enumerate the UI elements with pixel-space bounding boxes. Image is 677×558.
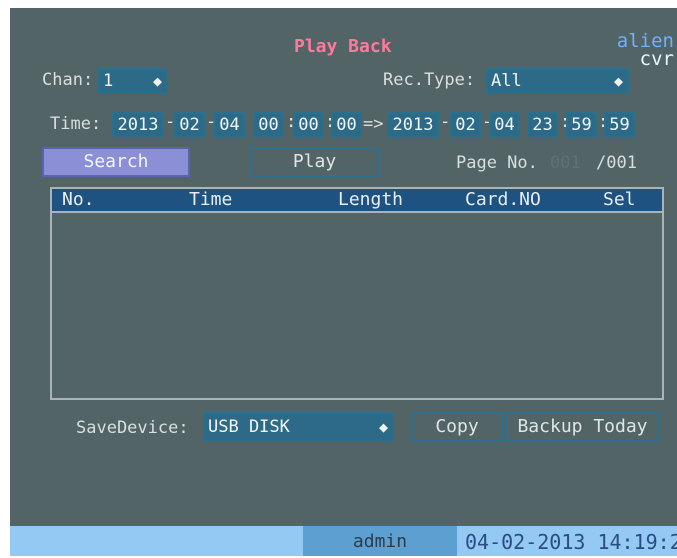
save-device-select[interactable]: USB DISK ◆ <box>203 412 394 442</box>
search-button[interactable]: Search <box>42 147 190 177</box>
updown-arrow-icon: ◆ <box>152 72 162 90</box>
page-title: Play Back <box>294 36 392 57</box>
playback-screen: Play Back alien cvr Chan: 1 ◆ Rec.Type: … <box>10 8 677 556</box>
status-bar: admin 04-02-2013 14:19:20 <box>10 526 677 556</box>
start-hour-field[interactable]: 00 <box>253 112 284 138</box>
page-total: /001 <box>596 153 637 173</box>
copy-button[interactable]: Copy <box>411 412 503 442</box>
end-hour-field[interactable]: 23 <box>527 112 558 138</box>
rec-type-label: Rec.Type: <box>383 70 476 90</box>
logo-line-2: cvr <box>639 48 674 70</box>
end-year-field[interactable]: 2013 <box>387 112 439 138</box>
column-header-length: Length <box>338 189 404 210</box>
save-device-value: USB DISK <box>208 417 290 437</box>
start-year-field[interactable]: 2013 <box>112 112 164 138</box>
start-day-field[interactable]: 04 <box>214 112 245 138</box>
play-button[interactable]: Play <box>249 147 380 177</box>
status-datetime: 04-02-2013 14:19:20 <box>465 530 677 554</box>
file-list[interactable] <box>50 213 664 400</box>
updown-arrow-icon: ◆ <box>613 72 623 90</box>
page-number-label: Page No. <box>456 153 538 173</box>
save-device-label: SaveDevice: <box>76 418 189 438</box>
range-arrow: => <box>363 114 384 134</box>
end-minute-field[interactable]: 59 <box>566 112 597 138</box>
channel-select[interactable]: 1 ◆ <box>98 68 168 94</box>
start-second-field[interactable]: 00 <box>331 112 362 138</box>
start-minute-field[interactable]: 00 <box>293 112 324 138</box>
start-month-field[interactable]: 02 <box>174 112 205 138</box>
column-header-sel: Sel <box>603 189 636 210</box>
brand-logo: alien cvr <box>608 32 674 70</box>
rec-type-select[interactable]: All ◆ <box>486 68 629 94</box>
end-month-field[interactable]: 02 <box>450 112 481 138</box>
end-second-field[interactable]: 59 <box>604 112 635 138</box>
page-current-field[interactable]: 001 <box>550 153 581 173</box>
time-label: Time: <box>50 114 102 134</box>
date-separator: - <box>440 112 451 132</box>
end-day-field[interactable]: 04 <box>489 112 520 138</box>
channel-label: Chan: <box>42 70 94 90</box>
updown-arrow-icon: ◆ <box>378 418 388 436</box>
column-header-card-no: Card.NO <box>465 189 541 210</box>
channel-value: 1 <box>103 71 114 91</box>
current-user: admin <box>303 526 457 556</box>
file-table-header: No. Time Length Card.NO Sel <box>50 187 664 213</box>
backup-today-button[interactable]: Backup Today <box>506 412 659 442</box>
column-header-time: Time <box>189 189 233 210</box>
column-header-no: No. <box>62 189 95 210</box>
rec-type-value: All <box>491 71 522 91</box>
